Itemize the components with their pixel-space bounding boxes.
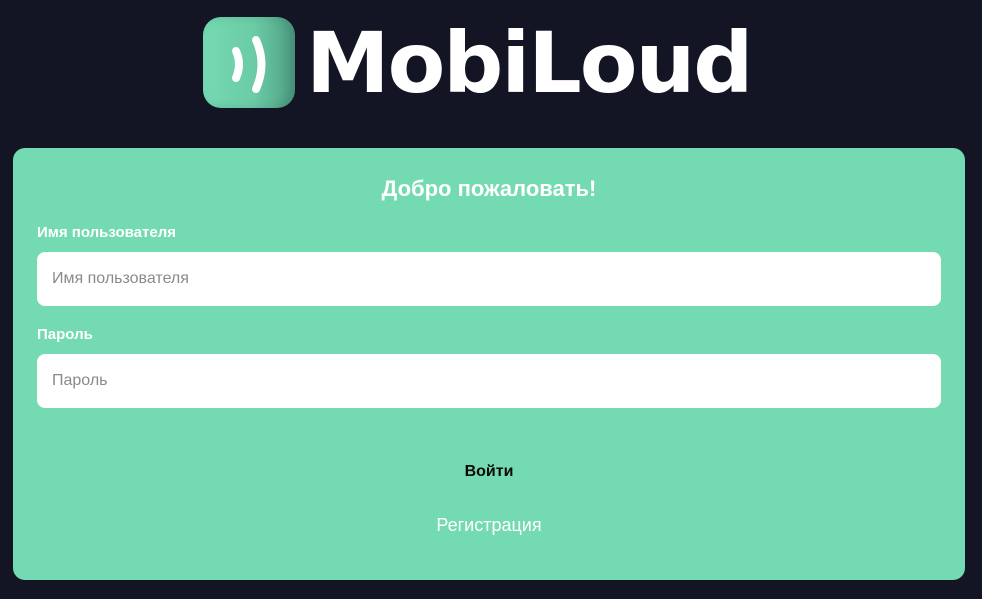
header: MobiLoud [0,0,982,148]
logo-wordmark: MobiLoud [306,14,753,112]
sound-waves-icon [232,36,266,93]
login-button[interactable]: Войти [389,452,589,492]
register-link[interactable]: Регистрация [389,512,589,538]
password-input[interactable] [37,354,941,408]
welcome-title: Добро пожаловать! [381,176,597,201]
username-input[interactable] [37,252,941,306]
password-label: Пароль [37,326,93,343]
logo-icon [203,17,295,108]
username-label: Имя пользователя [37,224,176,241]
